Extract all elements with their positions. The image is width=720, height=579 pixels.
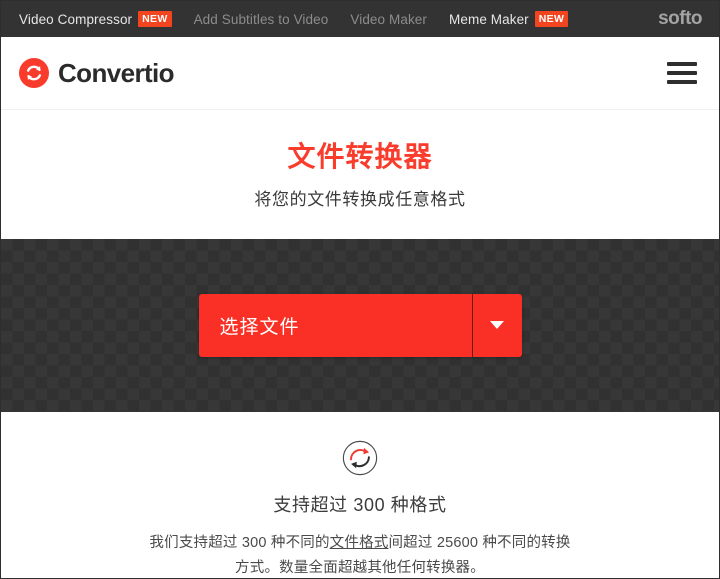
new-badge: NEW: [138, 10, 172, 28]
page-title: 文件转换器: [287, 141, 433, 172]
topnav-item-meme-maker[interactable]: Meme Maker NEW: [449, 10, 569, 28]
formats-heading: 支持超过 300 种格式: [273, 494, 447, 515]
choose-file-button-group: 选择文件: [198, 293, 522, 357]
choose-file-dropdown-button[interactable]: [472, 293, 522, 357]
file-drop-zone[interactable]: 选择文件: [1, 238, 719, 412]
choose-file-button[interactable]: 选择文件: [198, 293, 472, 357]
hamburger-bar: [667, 80, 697, 84]
formats-info-section: 支持超过 300 种格式 我们支持超过 300 种不同的文件格式间超过 2560…: [1, 411, 719, 578]
hero-section: 文件转换器 将您的文件转换成任意格式: [1, 110, 719, 239]
topnav-label: Video Compressor: [19, 11, 133, 27]
convertio-logo[interactable]: Convertio: [19, 57, 175, 89]
top-nav: Video Compressor NEW Add Subtitles to Vi…: [19, 10, 569, 28]
topnav-item-video-maker[interactable]: Video Maker: [350, 12, 427, 27]
file-formats-link[interactable]: 文件格式: [330, 535, 389, 551]
top-promo-bar: Video Compressor NEW Add Subtitles to Vi…: [1, 1, 719, 37]
page-root: Video Compressor NEW Add Subtitles to Vi…: [0, 0, 720, 579]
brand-name: Convertio: [58, 57, 175, 88]
description-part-1: 我们支持超过 300 种不同的: [149, 534, 330, 551]
topnav-label: Meme Maker: [449, 11, 529, 27]
site-header: Convertio: [1, 37, 719, 110]
softo-logo[interactable]: softo: [658, 8, 702, 30]
topnav-item-add-subtitles[interactable]: Add Subtitles to Video: [194, 12, 329, 27]
refresh-convert-icon: [342, 440, 378, 475]
convert-circle-arrows-icon: [19, 58, 49, 88]
page-subtitle: 将您的文件转换成任意格式: [254, 189, 466, 209]
hamburger-bar: [667, 62, 697, 66]
topnav-item-video-compressor[interactable]: Video Compressor NEW: [19, 10, 172, 28]
hamburger-bar: [667, 71, 697, 75]
new-badge: NEW: [534, 10, 569, 28]
chevron-down-icon: [490, 321, 504, 330]
topnav-label: Video Maker: [350, 11, 428, 27]
topnav-label: Add Subtitles to Video: [193, 11, 329, 27]
hamburger-menu-icon[interactable]: [667, 62, 697, 84]
formats-description: 我们支持超过 300 种不同的文件格式间超过 25600 种不同的转换方式。数量…: [145, 531, 575, 578]
